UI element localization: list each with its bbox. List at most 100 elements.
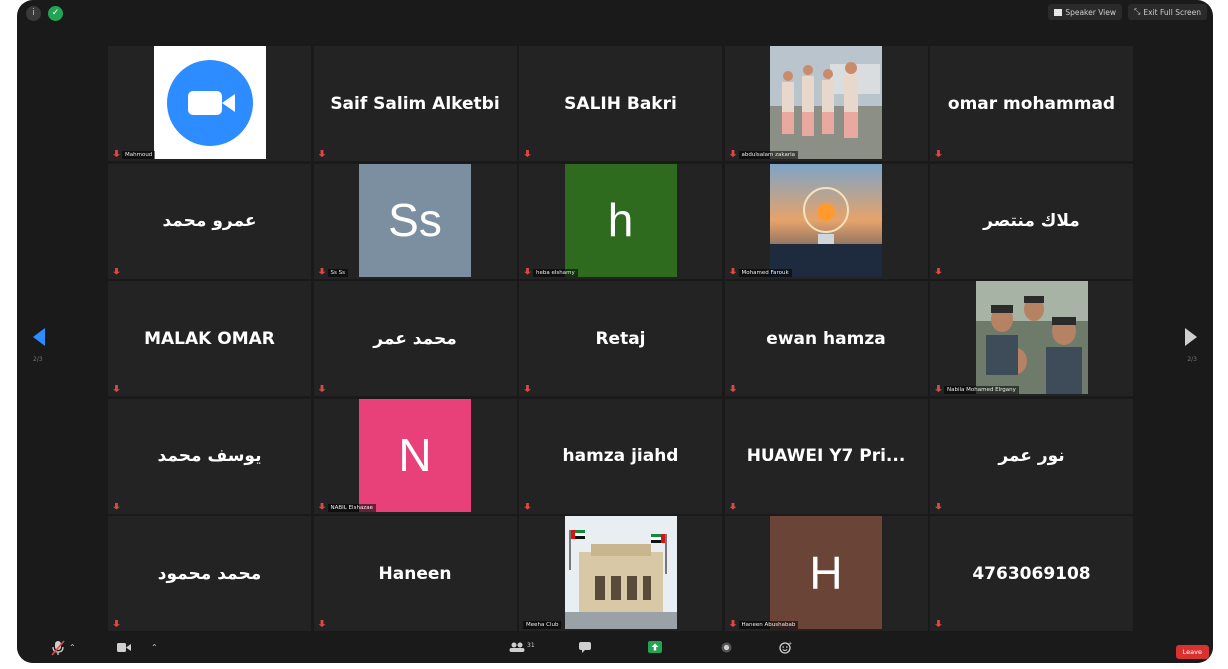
participant-tile[interactable]: SALIH Bakri [519, 46, 722, 161]
participant-tile[interactable]: abdulsalam zakaria [724, 46, 928, 161]
svg-text:+: + [788, 641, 792, 647]
info-icon[interactable]: i [26, 6, 41, 21]
participant-name: SALIH Bakri [564, 93, 677, 114]
muted-mic-icon [318, 502, 326, 510]
leave-meeting-button[interactable]: Leave [1175, 645, 1209, 659]
exit-full-screen-icon: ⤡ [1134, 7, 1141, 16]
avatar-letter: Ss [388, 194, 442, 246]
participant-tile[interactable]: محمد عمر [313, 281, 517, 396]
participant-tile[interactable]: Nabila Mohamed Elrgany [930, 281, 1133, 396]
participant-tile[interactable]: محمد محمود [108, 516, 311, 631]
participant-name: Saif Salim Alketbi [330, 93, 500, 114]
participant-name: ملاك منتصر [983, 211, 1080, 231]
muted-mic-icon [524, 385, 531, 392]
previous-page-arrow-icon[interactable] [33, 328, 45, 346]
participant-name: omar mohammad [947, 93, 1116, 114]
participant-tile[interactable]: Meeha Club [519, 516, 722, 631]
participant-tile[interactable]: نور عمر [930, 398, 1133, 514]
muted-mic-icon [318, 385, 326, 392]
participant-tile[interactable]: Mahmoud [108, 46, 311, 161]
profile-photo-building [564, 516, 677, 629]
muted-mic-icon [113, 620, 120, 627]
muted-mic-icon [729, 620, 737, 627]
next-page-arrow-icon[interactable] [1185, 328, 1197, 346]
muted-mic-icon [729, 385, 737, 392]
participant-name-label: Mahmoud [122, 151, 156, 159]
participant-tile[interactable]: h heba elshamy [519, 163, 722, 279]
participant-tile[interactable]: ملاك منتصر [930, 163, 1133, 279]
participant-name: HUAWEI Y7 Pri... [746, 446, 906, 466]
participant-name: عمرو محمد [162, 211, 257, 231]
letter-avatar: H [770, 516, 882, 629]
muted-mic-icon [318, 620, 326, 627]
muted-mic-icon [935, 150, 942, 157]
participant-tile[interactable]: يوسف محمد [108, 398, 311, 514]
speaker-view-label: Speaker View [1065, 7, 1116, 17]
profile-photo-group [770, 46, 882, 159]
participant-tile[interactable]: 4763069108 [930, 516, 1133, 631]
participant-name: ewan hamza [766, 328, 886, 349]
participant-tile[interactable]: HUAWEI Y7 Pri... [724, 398, 928, 514]
letter-avatar: Ss [359, 163, 471, 277]
participant-tile[interactable]: omar mohammad [930, 46, 1133, 161]
zoom-logo-avatar [153, 46, 266, 159]
participant-name: Haneen [378, 563, 452, 584]
participant-tile[interactable]: عمرو محمد [108, 163, 311, 279]
participant-name-label: Haneen Abushabab [738, 621, 799, 629]
muted-mic-icon [935, 620, 942, 627]
participant-tile[interactable]: Retaj [519, 281, 722, 396]
participant-tile[interactable]: hamza jiahd [519, 398, 722, 514]
muted-mic-icon [935, 267, 942, 275]
participant-name-label: heba elshamy [533, 268, 578, 277]
unmute-mic-icon[interactable] [51, 640, 65, 656]
share-screen-icon[interactable] [648, 641, 662, 653]
zoom-camera-icon [166, 59, 253, 146]
video-camera-icon[interactable] [117, 643, 131, 652]
reactions-icon[interactable]: + [779, 641, 792, 654]
participant-tile[interactable]: MALAK OMAR [108, 281, 311, 396]
participant-name: 4763069108 [972, 563, 1091, 584]
speaker-view-icon [1054, 8, 1063, 16]
top-bar: i ✓ Speaker View ⤡ Exit Full Screen [17, 0, 1213, 28]
gallery-grid: Mahmoud Saif Salim Alketbi SALIH Bakri abdu… [108, 46, 1133, 631]
participant-tile[interactable]: Saif Salim Alketbi [313, 46, 517, 161]
muted-mic-icon [729, 267, 737, 275]
participant-tile[interactable]: Ss Ss Ss [313, 163, 517, 279]
muted-mic-icon [935, 385, 942, 392]
muted-mic-icon [318, 267, 326, 275]
letter-avatar: h [564, 163, 677, 277]
participant-tile[interactable]: ewan hamza [724, 281, 928, 396]
meeting-controls-bar: ⌃ ⌃ 31 + Leave [17, 631, 1213, 663]
avatar-letter: N [398, 429, 432, 481]
participant-name: يوسف محمد [157, 446, 262, 466]
participants-icon[interactable] [509, 642, 525, 652]
profile-photo-selfie [975, 281, 1088, 394]
avatar-letter: H [809, 546, 843, 599]
muted-mic-icon [729, 502, 737, 510]
security-shield-icon[interactable]: ✓ [48, 6, 63, 21]
participant-name: محمد عمر [373, 328, 457, 349]
video-options-caret-icon[interactable]: ⌃ [151, 643, 158, 652]
participant-tile[interactable]: H Haneen Abushabab [724, 516, 928, 631]
participant-name-label: Mohamed Farouk [738, 268, 792, 277]
exit-full-screen-button[interactable]: ⤡ Exit Full Screen [1128, 4, 1207, 20]
muted-mic-icon [113, 267, 120, 275]
muted-mic-icon [935, 502, 942, 510]
chat-icon[interactable] [579, 642, 591, 653]
muted-mic-icon [113, 502, 120, 510]
muted-mic-icon [524, 502, 531, 510]
exit-full-screen-label: Exit Full Screen [1143, 7, 1201, 17]
participant-tile[interactable]: N NABIL Elshazae [313, 398, 517, 514]
letter-avatar: N [359, 398, 471, 512]
participant-name-label: abdulsalam zakaria [738, 151, 798, 159]
participant-tile[interactable]: Mohamed Farouk [724, 163, 928, 279]
participant-name-label: NABIL Elshazae [327, 503, 376, 512]
record-icon[interactable] [721, 642, 732, 653]
page-indicator-left: 2/3 [33, 356, 43, 363]
participant-tile[interactable]: Haneen [313, 516, 517, 631]
participant-name-label: Nabila Mohamed Elrgany [944, 386, 1019, 394]
participant-name: Retaj [595, 328, 646, 349]
muted-mic-icon [113, 385, 120, 392]
audio-options-caret-icon[interactable]: ⌃ [69, 643, 76, 652]
speaker-view-button[interactable]: Speaker View [1048, 4, 1122, 20]
